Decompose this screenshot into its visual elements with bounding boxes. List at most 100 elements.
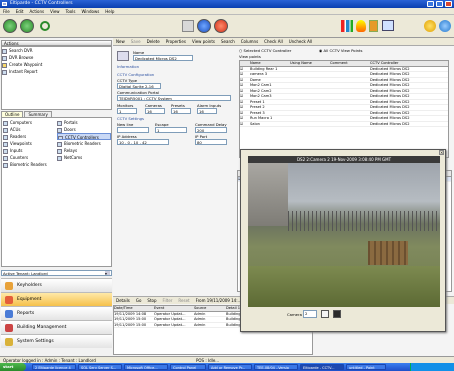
nav-system-settings[interactable]: System Settings bbox=[1, 334, 112, 348]
back-icon[interactable] bbox=[3, 19, 17, 33]
table-row[interactable]: ☑ Salon Dedicated Micros DS2 bbox=[240, 122, 448, 127]
outline-item-counters[interactable]: Counters bbox=[3, 154, 55, 161]
cameras-field[interactable]: 16 bbox=[145, 108, 165, 114]
col-name[interactable]: Name bbox=[250, 61, 290, 66]
search-button[interactable]: Search bbox=[218, 38, 238, 45]
save-button[interactable]: Save bbox=[128, 38, 144, 45]
nav-reports[interactable]: Reports bbox=[1, 306, 112, 320]
new-button[interactable]: New bbox=[113, 38, 128, 45]
comm-portal-select[interactable]: TEIDVR5001 : CCTV System bbox=[117, 95, 231, 101]
close-button[interactable] bbox=[445, 1, 452, 7]
delete-button[interactable]: Delete bbox=[144, 38, 163, 45]
minimize-button[interactable] bbox=[427, 1, 434, 7]
ip-field[interactable]: 10 . 0 . 10 . 42 bbox=[117, 139, 169, 145]
monitor-icon[interactable] bbox=[382, 20, 394, 31]
outline-item-biometric-readers[interactable]: Biometric Readers bbox=[57, 140, 111, 147]
row-checkbox[interactable]: ☑ bbox=[240, 105, 250, 110]
outline-item-netcams[interactable]: NetCams bbox=[57, 154, 111, 161]
menu-windows[interactable]: Windows bbox=[78, 8, 102, 15]
outline-item-portals[interactable]: Portals bbox=[57, 119, 111, 126]
col-source[interactable]: Source bbox=[194, 306, 226, 311]
action-instant-report[interactable]: Instant Report bbox=[2, 68, 111, 75]
outline-item-relays[interactable]: Relays bbox=[57, 147, 111, 154]
columns-button[interactable]: Columns bbox=[238, 38, 261, 45]
action-search-dvr[interactable]: Search DVR bbox=[2, 47, 111, 54]
presets-field[interactable]: 16 bbox=[171, 108, 191, 114]
menu-tools[interactable]: Tools bbox=[63, 8, 79, 15]
col-event[interactable]: Event bbox=[154, 306, 194, 311]
col-comment[interactable]: Comment bbox=[330, 61, 370, 66]
outline-item-acus[interactable]: ACUs bbox=[3, 126, 55, 133]
outline-item-inputs[interactable]: Inputs bbox=[3, 147, 55, 154]
outline-item-readers[interactable]: Readers bbox=[3, 133, 55, 140]
task-4[interactable]: Control Panel bbox=[170, 364, 206, 370]
task-7[interactable]: Eltiparde - CCTV... bbox=[300, 364, 344, 370]
action-dvr-browse[interactable]: DVR Browse bbox=[2, 54, 111, 61]
video-feed[interactable]: DS2 2:Camera 2 19-Nov-2009 3:08:40 PM GM… bbox=[248, 156, 440, 307]
tenant-select[interactable]: Active Tenant: Landlord ▾ bbox=[1, 270, 112, 276]
row-checkbox[interactable]: ☑ bbox=[240, 78, 250, 83]
action-create-waypoint[interactable]: Create Waypoint bbox=[2, 61, 111, 68]
outline-item-cctv-controllers[interactable]: CCTV Controllers bbox=[57, 133, 111, 140]
door-icon[interactable] bbox=[369, 20, 378, 32]
maximize-button[interactable] bbox=[436, 1, 443, 7]
task-3[interactable]: Microsoft Office... bbox=[124, 364, 168, 370]
properties-button[interactable]: Properties bbox=[163, 38, 189, 45]
info-icon[interactable] bbox=[439, 20, 451, 32]
menu-view[interactable]: View bbox=[47, 8, 63, 15]
name-field[interactable]: Dedicated Micros DS2 bbox=[133, 55, 193, 61]
menu-actions[interactable]: Actions bbox=[26, 8, 47, 15]
camera-field[interactable]: 2 bbox=[303, 310, 317, 318]
outline-item-viewpoints[interactable]: Viewpoints bbox=[3, 140, 55, 147]
details-button[interactable]: Details bbox=[113, 297, 133, 304]
menu-file[interactable]: File bbox=[0, 8, 13, 15]
outline-item-biometric-2[interactable]: Biometric Readers bbox=[3, 161, 55, 168]
check-all-button[interactable]: Check All bbox=[261, 38, 286, 45]
row-checkbox[interactable]: ☑ bbox=[240, 111, 250, 116]
hex-field[interactable] bbox=[117, 127, 149, 133]
port-field[interactable]: 80 bbox=[195, 139, 227, 145]
cctv-type-select[interactable]: Digital Sprite 2-16 bbox=[117, 83, 161, 89]
col-cctv-controller[interactable]: CCTV Controller bbox=[370, 61, 440, 66]
help-icon[interactable] bbox=[424, 20, 436, 32]
view-points-button[interactable]: View points bbox=[189, 38, 218, 45]
row-checkbox[interactable]: ☑ bbox=[240, 116, 250, 121]
camera-stop-button[interactable] bbox=[333, 310, 341, 318]
radio-selected-controller[interactable]: ○ Selected CCTV Controller bbox=[239, 48, 291, 53]
fire-icon[interactable] bbox=[356, 20, 366, 32]
stop-button[interactable]: Stop bbox=[144, 297, 159, 304]
nav-building-management[interactable]: Building Management bbox=[1, 320, 112, 334]
nav-keyholders[interactable]: Keyholders bbox=[1, 278, 112, 292]
cctv-config-section[interactable]: CCTV Configuration bbox=[117, 72, 154, 77]
camera-prev-button[interactable] bbox=[321, 310, 329, 318]
cmd-delay-field[interactable]: 200 bbox=[195, 127, 227, 133]
menu-edit[interactable]: Edit bbox=[13, 8, 27, 15]
outline-item-computers[interactable]: Computers bbox=[3, 119, 55, 126]
task-8[interactable]: untitled - Paint bbox=[346, 364, 386, 370]
video-window-titlebar[interactable]: × bbox=[241, 150, 445, 155]
video-window[interactable]: × DS2 2:Camera 2 19-Nov-2009 3:08:40 PM … bbox=[240, 149, 446, 332]
video-close-icon[interactable]: × bbox=[439, 150, 444, 155]
row-checkbox[interactable]: ☑ bbox=[240, 122, 250, 127]
task-1[interactable]: 2 Eltiparde licence 4 bbox=[32, 364, 76, 370]
monitors-field[interactable]: 1 bbox=[117, 108, 137, 114]
task-2[interactable]: SQL Serv Server S... bbox=[78, 364, 122, 370]
row-checkbox[interactable]: ☑ bbox=[240, 67, 250, 72]
col-datetime[interactable]: Date/Time bbox=[114, 306, 154, 311]
nav-equipment[interactable]: Equipment bbox=[1, 292, 112, 306]
alarm-inputs-field[interactable]: 16 bbox=[197, 108, 217, 114]
row-checkbox[interactable]: ☑ bbox=[240, 94, 250, 99]
from-filter[interactable]: From 19/11/2009 14:... bbox=[193, 297, 245, 304]
cctv-settings-section[interactable]: CCTV Settings bbox=[117, 116, 144, 121]
radio-all-viewpoints[interactable]: ◉ All CCTV View Points bbox=[319, 48, 363, 53]
col-using-name[interactable]: Using Name bbox=[290, 61, 330, 66]
row-checkbox[interactable]: ☑ bbox=[240, 83, 250, 88]
menu-help[interactable]: Help bbox=[102, 8, 117, 15]
information-section[interactable]: Information bbox=[117, 64, 139, 69]
tools-icon[interactable] bbox=[182, 20, 194, 32]
alarm-icon[interactable] bbox=[214, 19, 228, 33]
task-5[interactable]: Add or Remove Pr... bbox=[208, 364, 252, 370]
record-icon[interactable] bbox=[197, 19, 211, 33]
escape-field[interactable]: 1 bbox=[155, 127, 187, 133]
uncheck-all-button[interactable]: Uncheck All bbox=[286, 38, 315, 45]
